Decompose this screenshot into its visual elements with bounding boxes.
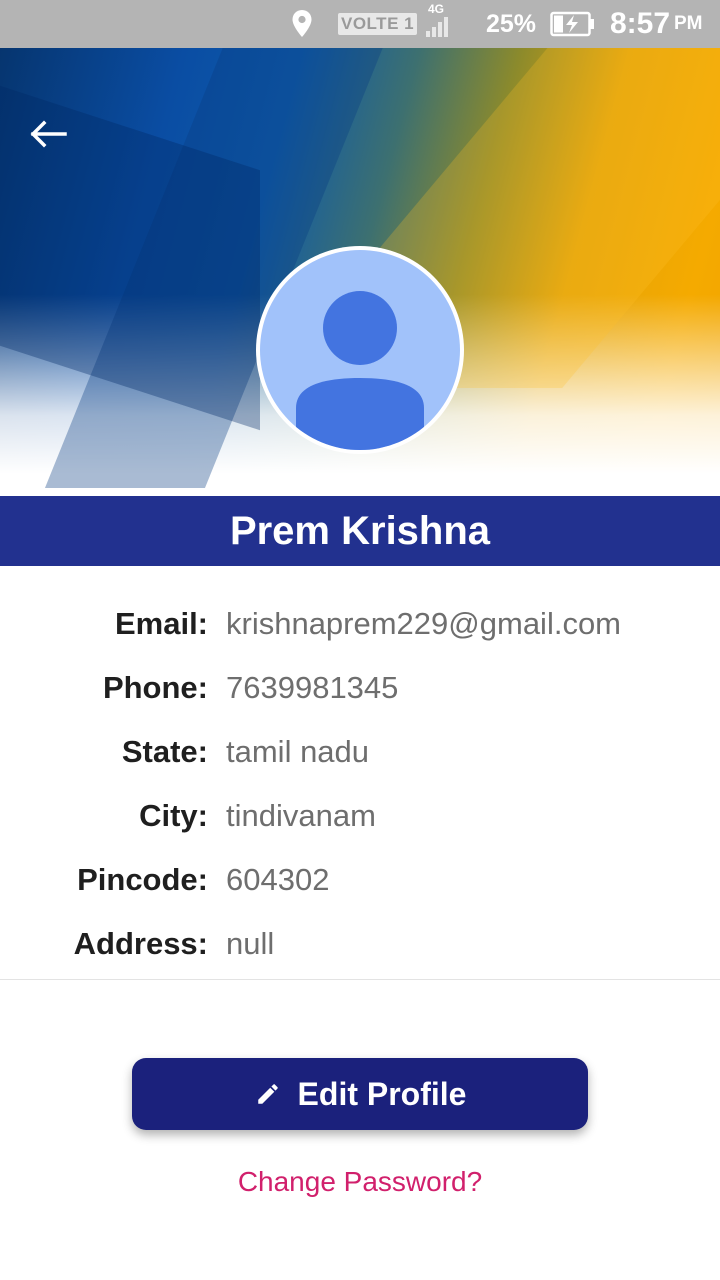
detail-label: Pincode: (77, 862, 208, 897)
clock-ampm: PM (674, 13, 703, 34)
clock-time: 8:57 (610, 7, 671, 40)
user-avatar-icon (260, 250, 460, 450)
detail-value-pincode: 604302 (226, 862, 330, 897)
volte-badge: VOLTE 1 (338, 0, 418, 48)
edit-profile-button[interactable]: Edit Profile (132, 1058, 588, 1130)
profile-name-bar: Prem Krishna (0, 496, 720, 566)
edit-profile-label: Edit Profile (297, 1075, 467, 1112)
profile-name: Prem Krishna (229, 508, 491, 553)
change-password-link[interactable]: Change Password? (0, 1166, 720, 1198)
detail-label: Email: (114, 606, 208, 641)
battery-charging-icon (550, 0, 596, 48)
detail-value-address: null (226, 926, 275, 961)
detail-label: Phone: (102, 670, 208, 705)
detail-value-email: krishnaprem229@gmail.com (226, 606, 622, 641)
profile-details: Email: krishnaprem229@gmail.com Phone: 7… (0, 592, 720, 976)
detail-row-state: State: tamil nadu (0, 720, 720, 784)
detail-row-email: Email: krishnaprem229@gmail.com (0, 592, 720, 656)
detail-row-address: Address: null (0, 912, 720, 976)
status-bar: VOLTE 1 4G 25% 8:57 PM (0, 0, 720, 48)
back-button[interactable] (22, 112, 74, 160)
detail-label: State: (121, 734, 208, 769)
detail-row-city: City: tindivanam (0, 784, 720, 848)
volte-label: VOLTE 1 (338, 13, 418, 35)
battery-percent: 25% (486, 9, 537, 38)
detail-value-phone: 7639981345 (226, 670, 399, 705)
avatar[interactable] (256, 246, 464, 454)
arrow-left-icon (28, 120, 68, 153)
network-type-label: 4G (428, 2, 445, 16)
detail-label: Address: (73, 926, 208, 961)
detail-label: City: (139, 798, 208, 833)
detail-row-phone: Phone: 7639981345 (0, 656, 720, 720)
pencil-icon (254, 1080, 282, 1108)
detail-row-pincode: Pincode: 604302 (0, 848, 720, 912)
location-pin-icon (290, 0, 314, 48)
divider (0, 979, 720, 980)
detail-value-state: tamil nadu (226, 734, 370, 769)
detail-value-city: tindivanam (226, 798, 376, 833)
signal-icon: 4G (424, 0, 450, 48)
